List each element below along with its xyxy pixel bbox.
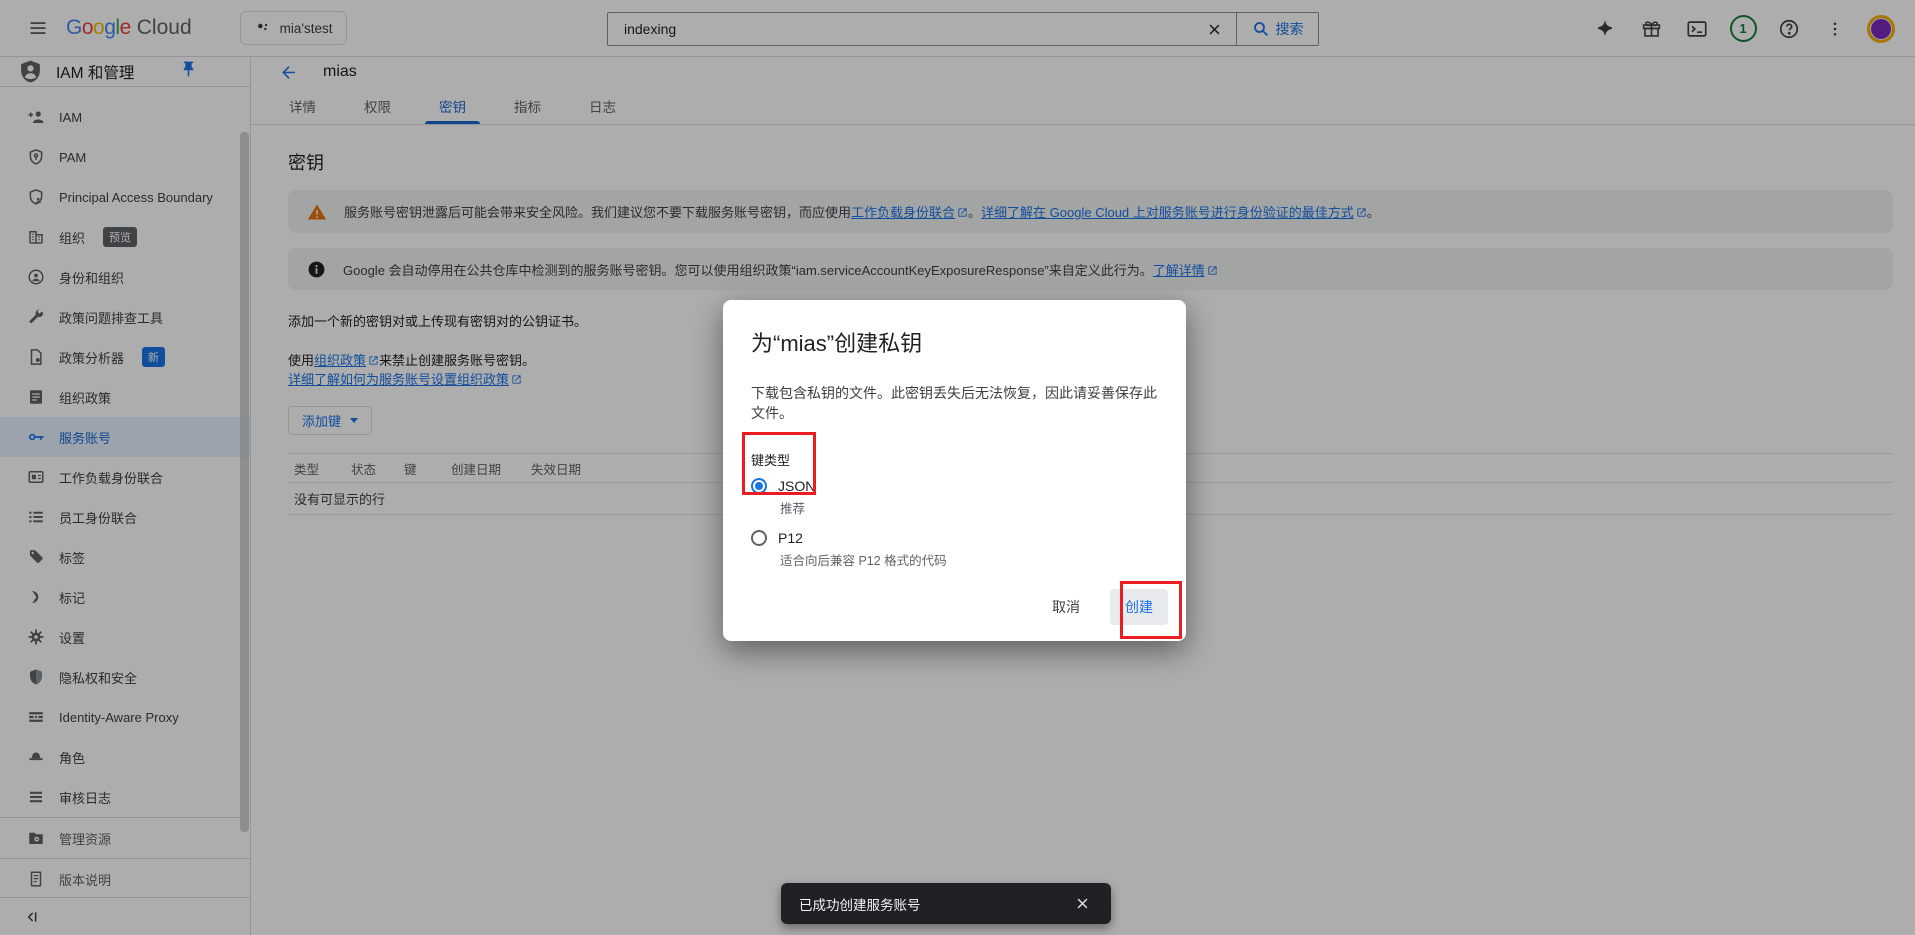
json-recommended-label: 推荐 (780, 502, 806, 516)
key-type-option-p12[interactable]: P12 (751, 530, 1158, 546)
cancel-button[interactable]: 取消 (1048, 591, 1084, 623)
radio-unselected-icon[interactable] (751, 530, 767, 546)
snackbar-message: 已成功创建服务账号 (799, 897, 921, 913)
dialog-description: 下载包含私钥的文件。此密钥丢失后无法恢复，因此请妥善保存此文件。 (751, 385, 1157, 421)
create-private-key-dialog: 为“mias”创建私钥 下载包含私钥的文件。此密钥丢失后无法恢复，因此请妥善保存… (723, 300, 1186, 641)
snackbar: 已成功创建服务账号 (781, 883, 1111, 924)
dialog-title: 为“mias”创建私钥 (751, 331, 923, 356)
key-type-label: 键类型 (751, 453, 791, 468)
p12-description-label: 适合向后兼容 P12 格式的代码 (780, 554, 947, 568)
dialog-footer: 取消 创建 (1048, 589, 1168, 625)
create-button[interactable]: 创建 (1110, 589, 1168, 625)
key-type-option-json[interactable]: JSON (751, 478, 1158, 494)
close-icon (1077, 898, 1087, 909)
radio-selected-icon[interactable] (751, 478, 767, 494)
snackbar-close-button[interactable] (1067, 889, 1097, 919)
